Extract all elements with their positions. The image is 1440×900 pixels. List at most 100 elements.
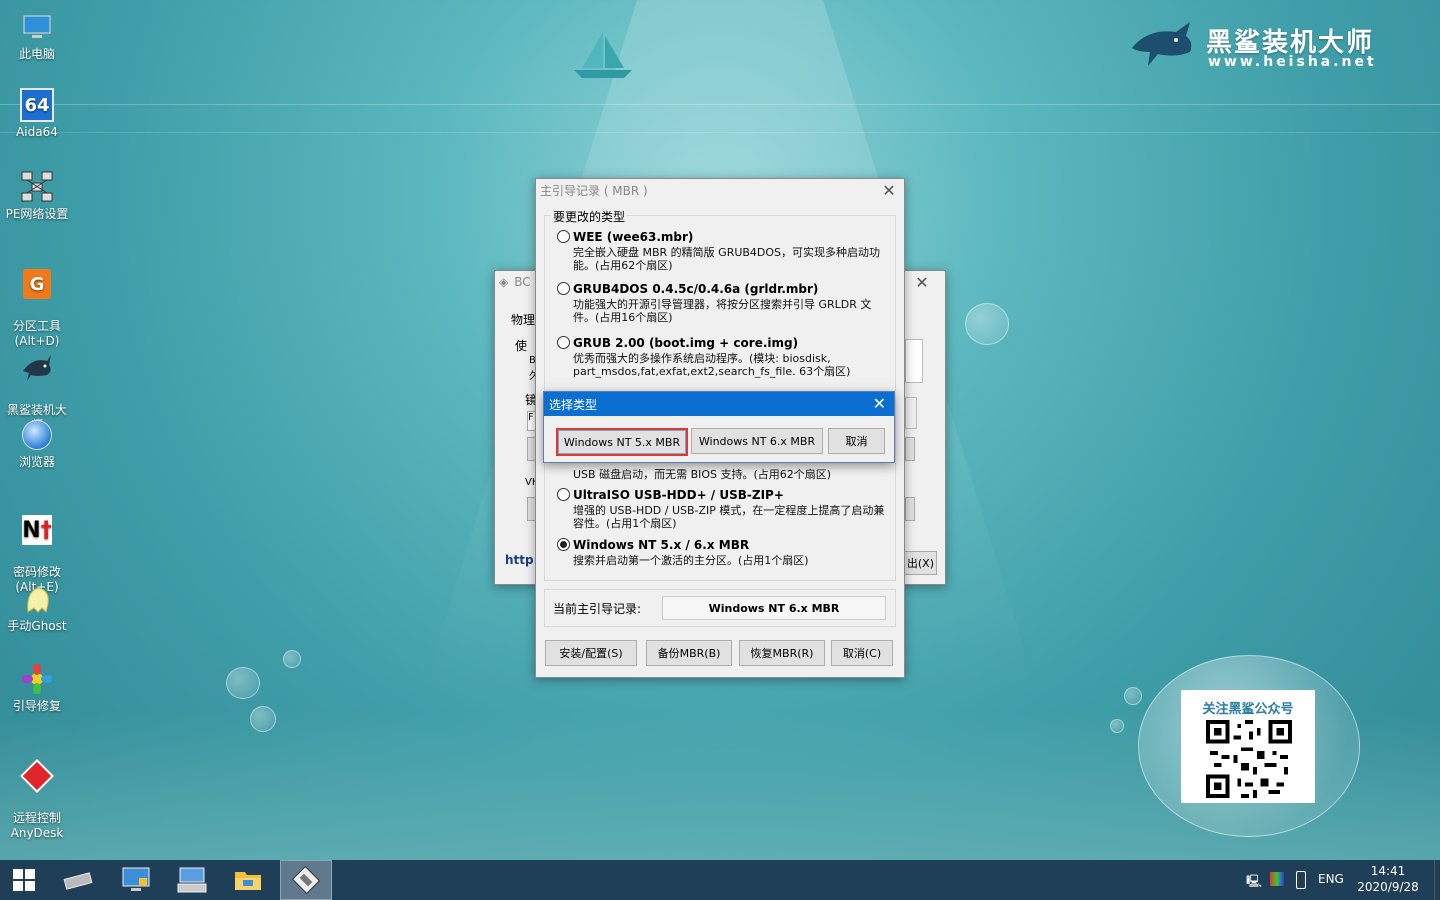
- group-title: 要更改的类型: [551, 208, 628, 225]
- select-type-dialog: 选择类型 ✕ Windows NT 5.x MBR Windows NT 6.x…: [543, 391, 895, 463]
- option-grub2[interactable]: GRUB 2.00 (boot.img + core.img) 优秀而强大的多操…: [557, 336, 887, 378]
- close-icon[interactable]: ✕: [880, 181, 898, 200]
- partition-tool-icon: G: [23, 269, 51, 299]
- close-icon[interactable]: ✕: [913, 273, 931, 292]
- option-desc: 增强的 USB-HDD / USB-ZIP 模式，在一定程度上提高了启动兼容性。…: [573, 504, 885, 530]
- keyboard-icon: [177, 867, 207, 893]
- bubble: [226, 667, 260, 699]
- language-indicator[interactable]: ENG: [1318, 872, 1344, 886]
- desktop-icon-label: 此电脑: [18, 47, 55, 61]
- taskbar-keyboard[interactable]: [168, 860, 216, 900]
- radio-button[interactable]: [557, 230, 570, 243]
- heisha-icon: [23, 355, 51, 381]
- network-tray-icon[interactable]: 🖳: [1246, 872, 1262, 893]
- tab-physical[interactable]: 物理: [511, 311, 535, 328]
- option-desc: 优秀而强大的多操作系统启动程序。(模块: biosdisk, part_msdo…: [573, 352, 851, 378]
- cancel-button[interactable]: 取消: [828, 428, 885, 454]
- back-button[interactable]: [905, 497, 915, 521]
- option-grub4dos[interactable]: GRUB4DOS 0.4.5c/0.4.6a (grldr.mbr) 功能强大的…: [557, 282, 887, 324]
- current-mbr-box: 当前主引导记录: Windows NT 6.x MBR: [544, 589, 896, 627]
- desktop-icon-label: PE网络设置: [5, 207, 69, 221]
- option-desc: 完全嵌入硬盘 MBR 的精简版 GRUB4DOS，可实现多种启动功能。(占用62…: [573, 246, 881, 272]
- computer-manage-icon: [122, 867, 150, 891]
- desktop-icon-label: 浏览器: [18, 455, 55, 469]
- back-panel: [905, 397, 917, 429]
- bubble: [283, 650, 301, 668]
- taskbar-file-explorer[interactable]: [224, 860, 272, 900]
- install-config-button[interactable]: 安装/配置(S): [545, 640, 637, 666]
- backup-mbr-button[interactable]: 备份MBR(B): [646, 640, 732, 666]
- option-name: Windows NT 5.x / 6.x MBR: [573, 538, 750, 552]
- desktop-icon-aida64[interactable]: 64 Aida64: [0, 88, 74, 140]
- option-desc: USB 磁盘启动，而无需 BIOS 支持。(占用62个扇区): [573, 468, 832, 481]
- desktop-icon-ghost[interactable]: 手动Ghost: [0, 582, 74, 634]
- mbr-window-title: 主引导记录 ( MBR ): [540, 183, 648, 198]
- folder-icon: [235, 872, 261, 890]
- clock-time[interactable]: 14:41: [1358, 864, 1418, 878]
- heisha-logo: 黑鲨装机大师 www.heisha.net: [1128, 18, 1398, 78]
- option-name: UltraISO USB-HDD+ / USB-ZIP+: [573, 488, 784, 502]
- shark-logo-icon: [1132, 22, 1192, 66]
- desktop-icon-label: 远程控制 AnyDesk: [10, 811, 64, 840]
- restore-mbr-button[interactable]: 恢复MBR(R): [739, 640, 825, 666]
- desktop-icon-label: Aida64: [16, 125, 58, 139]
- qr-card: 关注黑鲨公众号: [1181, 690, 1315, 803]
- option-name: GRUB4DOS 0.4.5c/0.4.6a (grldr.mbr): [573, 282, 819, 296]
- display-tray-icon[interactable]: [1270, 872, 1284, 886]
- close-icon[interactable]: ✕: [873, 394, 886, 413]
- desktop-icon-pe-network[interactable]: PE网络设置: [0, 170, 74, 222]
- current-mbr-value: Windows NT 6.x MBR: [662, 596, 886, 620]
- taskbar-bootice[interactable]: [280, 860, 332, 900]
- water-line: [0, 132, 1440, 133]
- aida64-icon: 64: [20, 88, 54, 122]
- desktop-icon-label: 引导修复: [12, 699, 61, 713]
- option-wee[interactable]: WEE (wee63.mbr) 完全嵌入硬盘 MBR 的精简版 GRUB4DOS…: [557, 230, 887, 272]
- browser-icon: [22, 420, 52, 450]
- start-button[interactable]: [0, 860, 48, 900]
- bootice-icon: [291, 866, 321, 894]
- bootice-title: BC: [514, 275, 531, 289]
- taskbar-computer-manage[interactable]: [112, 860, 160, 900]
- desktop-icon-label: 手动Ghost: [7, 619, 67, 633]
- option-ultraiso[interactable]: UltraISO USB-HDD+ / USB-ZIP+ 增强的 USB-HDD…: [557, 488, 887, 530]
- start-icon: [13, 869, 35, 891]
- back-label: 使: [515, 339, 528, 353]
- taskbar-disk-tool[interactable]: [54, 860, 102, 900]
- windows-nt5-mbr-button[interactable]: Windows NT 5.x MBR: [556, 428, 688, 456]
- bubble: [250, 706, 276, 732]
- taskbar: 🖳 ENG 14:41 2020/9/28: [0, 860, 1440, 900]
- bubble: [1124, 687, 1142, 705]
- back-button[interactable]: [905, 437, 915, 461]
- desktop-icon-browser[interactable]: 浏览器: [0, 418, 74, 470]
- option-name: WEE (wee63.mbr): [573, 230, 694, 244]
- ghost-icon: [27, 587, 49, 613]
- radio-button[interactable]: [557, 336, 570, 349]
- back-panel: [905, 339, 923, 383]
- show-desktop-button[interactable]: [1434, 860, 1440, 900]
- desktop-icon-boot-repair[interactable]: 引导修复: [0, 662, 74, 714]
- boot-repair-icon: [22, 664, 52, 694]
- cancel-button[interactable]: 取消(C): [831, 640, 893, 666]
- anydesk-icon: [20, 759, 54, 793]
- usb-tray-icon[interactable]: [1296, 871, 1306, 889]
- option-name: GRUB 2.00 (boot.img + core.img): [573, 336, 799, 350]
- select-type-title: 选择类型: [549, 397, 598, 412]
- radio-button-selected[interactable]: [557, 538, 570, 551]
- current-mbr-label: 当前主引导记录:: [553, 602, 642, 616]
- password-icon: N †: [22, 515, 52, 545]
- website-link[interactable]: http:: [505, 553, 538, 567]
- bubble: [965, 303, 1009, 345]
- desktop-icon-this-pc[interactable]: 此电脑: [0, 10, 74, 62]
- windows-nt6-mbr-button[interactable]: Windows NT 6.x MBR: [691, 428, 823, 454]
- option-plop-partial[interactable]: USB 磁盘启动，而无需 BIOS 支持。(占用62个扇区): [557, 466, 887, 481]
- option-windows-nt[interactable]: Windows NT 5.x / 6.x MBR 搜索并启动第一个激活的主分区。…: [557, 538, 887, 567]
- logo-url: www.heisha.net: [1208, 54, 1377, 70]
- clock-date[interactable]: 2020/9/28: [1352, 880, 1424, 894]
- bootice-app-icon: ◈: [499, 275, 509, 289]
- radio-button[interactable]: [557, 488, 570, 501]
- desktop-icon-anydesk[interactable]: 远程控制 AnyDesk: [0, 744, 74, 856]
- bubble: [1110, 719, 1124, 733]
- radio-button[interactable]: [557, 282, 570, 295]
- network-icon: [21, 171, 53, 202]
- computer-icon: [23, 15, 51, 38]
